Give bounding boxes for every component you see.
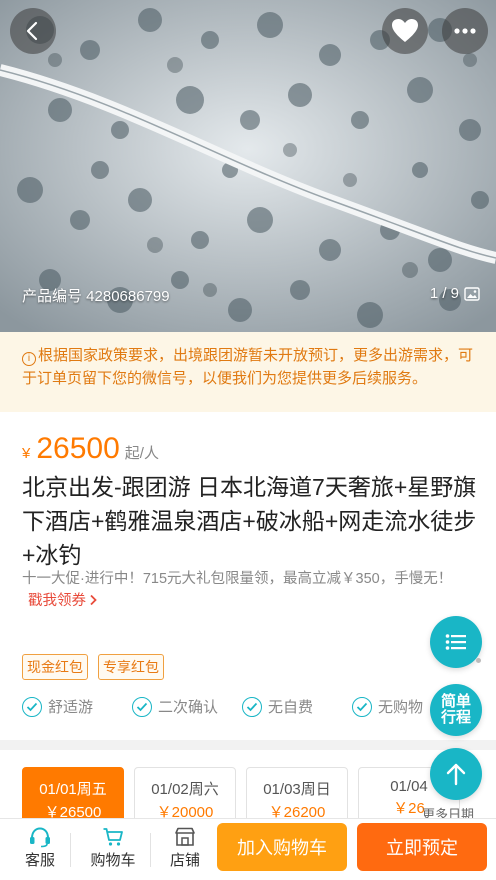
favorite-button[interactable] (382, 8, 428, 54)
add-to-cart-button[interactable]: 加入购物车 (217, 823, 347, 871)
bottom-action-bar: 客服 购物车 店铺 加入购物车 立即预定 (0, 818, 496, 880)
image-icon (464, 286, 480, 301)
feature-label: 无自费 (268, 699, 314, 716)
arrow-up-icon (446, 763, 466, 786)
back-to-top-button[interactable] (430, 748, 482, 800)
price-unit: 起/人 (124, 445, 159, 462)
date-label: 01/03周日 (263, 781, 331, 798)
feature-item: 二次确认 (132, 696, 242, 717)
get-coupon-link[interactable]: 戳我领券 (28, 593, 98, 609)
coupon-tag-cash[interactable]: 现金红包 (22, 654, 88, 680)
divider (70, 833, 71, 867)
feature-label: 无购物 (378, 699, 424, 716)
book-now-button[interactable]: 立即预定 (357, 823, 487, 871)
check-circle-icon (242, 696, 262, 717)
list-icon (445, 634, 466, 650)
customer-service-label: 客服 (24, 852, 55, 869)
list-button[interactable] (430, 616, 482, 668)
hero-image[interactable]: 产品编号 4280686799 1 / 9 (0, 0, 496, 332)
cart-label: 购物车 (90, 852, 136, 869)
cart-icon (102, 825, 124, 849)
check-circle-icon (352, 696, 372, 717)
customer-service-tab[interactable]: 客服 (10, 823, 70, 877)
indicator-dot (476, 658, 481, 663)
headset-icon (28, 825, 52, 849)
shop-label: 店铺 (169, 852, 200, 869)
feature-item: 舒适游 (22, 696, 132, 717)
get-coupon-label: 戳我领券 (28, 593, 86, 609)
date-option[interactable]: 01/03周日 ￥26200 (246, 767, 348, 823)
date-option-selected[interactable]: 01/01周五 ￥26500 (22, 767, 124, 823)
date-label: 01/02周六 (151, 781, 219, 798)
feature-item: 无自费 (242, 696, 352, 717)
feature-list: 舒适游 二次确认 无自费 无购物 (22, 696, 462, 717)
chevron-right-icon (90, 594, 97, 606)
product-detail-page: 产品编号 4280686799 1 / 9 i 根据国家政策要求，出境跟团游暂未开… (0, 0, 496, 880)
divider (150, 833, 151, 867)
coupon-tag-exclusive[interactable]: 专享红包 (98, 654, 164, 680)
feature-label: 舒适游 (48, 699, 94, 716)
check-circle-icon (22, 696, 42, 717)
heart-icon (392, 19, 418, 42)
product-id-label: 产品编号 4280686799 (22, 288, 170, 305)
info-icon: i (22, 351, 36, 366)
check-circle-icon (132, 696, 152, 717)
date-option[interactable]: 01/02周六 ￥20000 (134, 767, 236, 823)
more-options-button[interactable] (442, 8, 488, 54)
shop-tab[interactable]: 店铺 (152, 823, 218, 877)
image-counter-text: 1 / 9 (429, 285, 459, 302)
route-label-line1: 简单 (440, 693, 471, 710)
price-block: ¥ 26500 起/人 (22, 432, 159, 466)
ellipsis-icon (454, 28, 476, 34)
promo-text: 十一大促·进行中！715元大礼包限量领，最高立减￥350，手慢无！ (22, 571, 453, 587)
policy-notice: i 根据国家政策要求，出境跟团游暂未开放预订，更多出游需求，可于订单页留下您的微信… (0, 332, 496, 412)
date-label: 01/01周五 (39, 781, 107, 798)
route-label-line2: 行程 (440, 709, 471, 726)
chevron-left-icon (26, 21, 38, 41)
product-title: 北京出发-跟团游 日本北海道7天奢旅+星野旗下酒店+鹤雅温泉酒店+破冰船+网走流… (22, 474, 477, 568)
snowy-forest-photo (0, 0, 496, 332)
promo-banner: 十一大促·进行中！715元大礼包限量领，最高立减￥350，手慢无！ 戳我领券 (22, 568, 454, 612)
coupon-tags: 现金红包 专享红包 (22, 654, 164, 680)
simple-itinerary-button[interactable]: 简单 行程 (430, 684, 482, 736)
cart-tab[interactable]: 购物车 (80, 823, 146, 877)
store-icon (174, 825, 196, 849)
notice-text: 根据国家政策要求，出境跟团游暂未开放预订，更多出游需求，可于订单页留下您的微信号… (22, 347, 474, 387)
departure-date-picker: 01/01周五 ￥26500 01/02周六 ￥20000 01/03周日 ￥2… (0, 750, 496, 823)
product-info-card: ¥ 26500 起/人 北京出发-跟团游 日本北海道7天奢旅+星野旗下酒店+鹤雅… (0, 412, 496, 740)
price-value: 26500 (36, 432, 120, 465)
feature-label: 二次确认 (158, 699, 219, 716)
back-button[interactable] (10, 8, 56, 54)
currency-symbol: ¥ (22, 445, 31, 462)
image-counter: 1 / 9 (430, 285, 480, 302)
